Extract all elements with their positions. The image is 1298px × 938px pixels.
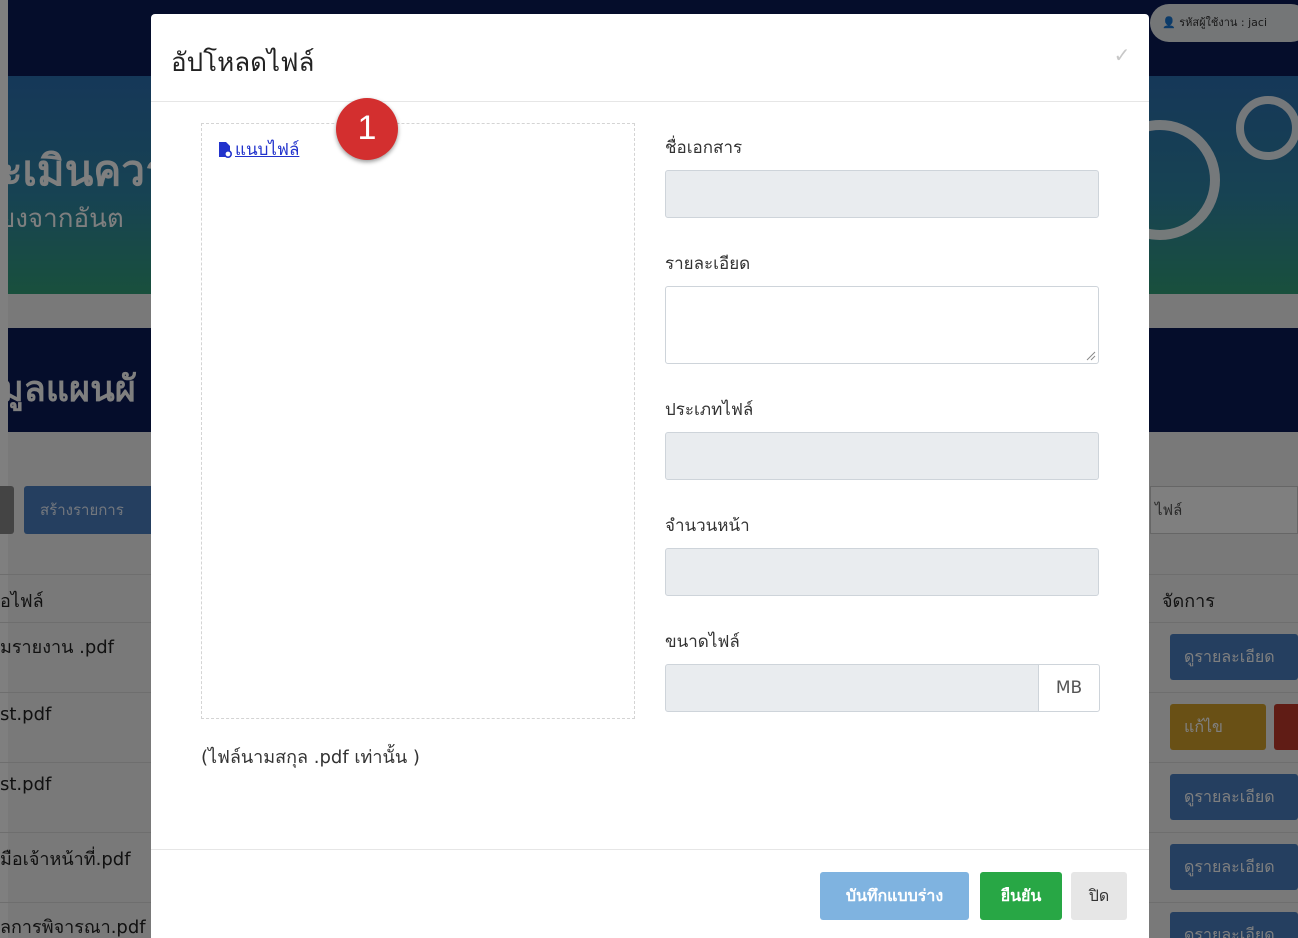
modal-title: อัปโหลดไฟล์ [171, 48, 315, 78]
file-size-label: ขนาดไฟล์ [665, 632, 740, 652]
save-draft-button[interactable]: บันทึกแบบร่าง [820, 872, 969, 920]
close-icon[interactable]: ✓ [1111, 44, 1133, 66]
close-button[interactable]: ปิด [1071, 872, 1127, 920]
file-type-hint: (ไฟล์นามสกุล .pdf เท่านั้น ) [201, 747, 420, 768]
detail-label: รายละเอียด [665, 254, 751, 274]
step-callout-badge: 1 [336, 98, 398, 160]
file-dropzone[interactable]: แนบไฟล์ [201, 123, 635, 719]
detail-textarea[interactable] [665, 286, 1099, 364]
file-size-field[interactable]: MB [665, 664, 1100, 712]
upload-file-modal: อัปโหลดไฟล์ ✓ แนบไฟล์ 1 (ไฟล์นามสกุล .pd… [151, 14, 1149, 938]
confirm-button[interactable]: ยืนยัน [980, 872, 1062, 920]
file-size-unit: MB [1038, 664, 1100, 712]
modal-header: อัปโหลดไฟล์ ✓ [151, 14, 1149, 102]
file-attach-icon [218, 141, 233, 158]
doc-name-label: ชื่อเอกสาร [665, 138, 743, 158]
page-count-field[interactable] [665, 548, 1099, 596]
attach-file-label: แนบไฟล์ [235, 140, 300, 160]
doc-name-field[interactable] [665, 170, 1099, 218]
attach-file-link[interactable]: แนบไฟล์ [218, 136, 299, 163]
modal-footer: บันทึกแบบร่าง ยืนยัน ปิด [151, 849, 1149, 938]
resize-grip-icon[interactable] [1084, 349, 1096, 361]
file-type-label: ประเภทไฟล์ [665, 400, 754, 420]
file-type-field[interactable] [665, 432, 1099, 480]
page-count-label: จำนวนหน้า [665, 516, 750, 536]
